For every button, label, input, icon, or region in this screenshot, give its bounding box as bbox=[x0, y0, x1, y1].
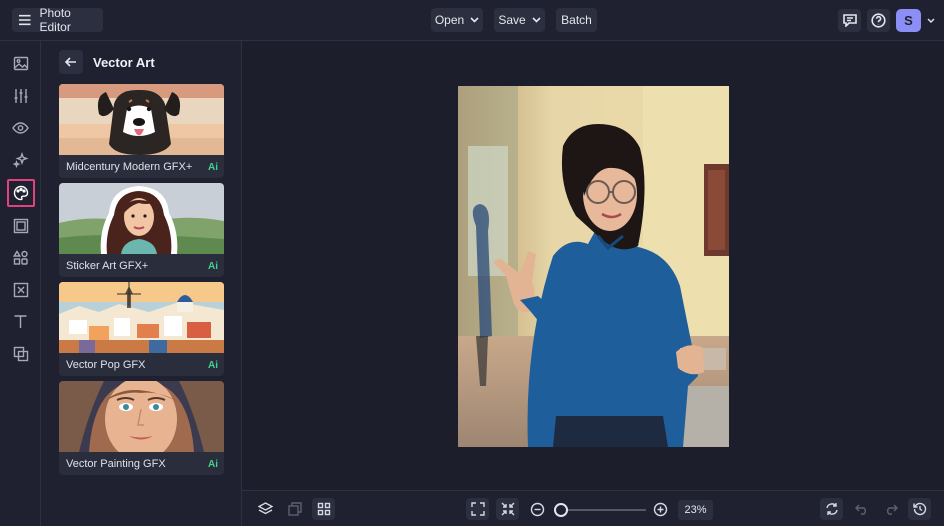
ai-badge: Ai bbox=[208, 360, 218, 371]
effect-card-midcentury-modern[interactable]: Midcentury Modern GFX+ Ai bbox=[59, 84, 224, 178]
vector-pop-village-thumbnail bbox=[59, 282, 224, 353]
card-label: Midcentury Modern GFX+ bbox=[66, 161, 193, 173]
effect-card-vector-pop[interactable]: Vector Pop GFX Ai bbox=[59, 282, 224, 376]
user-avatar[interactable]: S bbox=[896, 9, 921, 32]
layers-button[interactable] bbox=[254, 498, 277, 520]
top-bar: Photo Editor Open Save Batch S bbox=[0, 0, 944, 41]
grid-view-button[interactable] bbox=[312, 498, 335, 520]
grid-icon bbox=[317, 502, 330, 516]
effect-card-sticker-art[interactable]: Sticker Art GFX+ Ai bbox=[59, 183, 224, 277]
photo-canvas-image[interactable] bbox=[458, 86, 729, 447]
chevron-down-icon bbox=[532, 17, 541, 23]
overlay-icon[interactable] bbox=[8, 341, 33, 366]
arrow-left-icon bbox=[65, 57, 76, 67]
panel-title: Vector Art bbox=[93, 54, 155, 70]
zoom-slider-handle[interactable] bbox=[554, 503, 568, 517]
panel-header: Vector Art bbox=[59, 50, 155, 74]
zoom-in-icon bbox=[653, 502, 668, 516]
adjust-sliders-icon[interactable] bbox=[8, 83, 33, 108]
expand-icon bbox=[470, 502, 485, 516]
ai-badge: Ai bbox=[208, 261, 218, 272]
bottom-toolbar: 23% bbox=[242, 490, 944, 526]
layers-icon bbox=[258, 502, 273, 515]
shrink-icon bbox=[501, 502, 514, 516]
help-button[interactable] bbox=[867, 9, 890, 32]
app-menu-button[interactable]: Photo Editor bbox=[12, 6, 103, 34]
chevron-down-icon bbox=[470, 17, 479, 23]
open-label: Open bbox=[434, 13, 465, 27]
effect-card-vector-painting[interactable]: Vector Painting GFX Ai bbox=[59, 381, 224, 475]
history-button[interactable] bbox=[908, 498, 931, 520]
save-button[interactable]: Save bbox=[494, 8, 545, 32]
sync-button[interactable] bbox=[820, 498, 843, 520]
effects-sparkle-icon[interactable] bbox=[8, 147, 33, 172]
open-button[interactable]: Open bbox=[431, 8, 483, 32]
zoom-slider-track[interactable] bbox=[562, 509, 646, 511]
compare-icon bbox=[287, 502, 302, 516]
redo-button[interactable] bbox=[879, 498, 902, 520]
back-button[interactable] bbox=[59, 50, 83, 74]
vector-art-panel: Vector Art Midcentury Modern GFX+ Ai Sti… bbox=[41, 41, 242, 526]
texture-icon[interactable] bbox=[8, 277, 33, 302]
undo-button[interactable] bbox=[850, 498, 873, 520]
batch-button[interactable]: Batch bbox=[556, 8, 597, 32]
history-icon bbox=[913, 502, 927, 516]
midcentury-dog-thumbnail bbox=[59, 84, 224, 155]
card-label: Vector Pop GFX bbox=[66, 359, 146, 371]
text-icon[interactable] bbox=[8, 309, 33, 334]
zoom-in-button[interactable] bbox=[649, 498, 672, 520]
actual-size-button[interactable] bbox=[496, 498, 519, 520]
vector-painting-portrait-thumbnail bbox=[59, 381, 224, 461]
undo-icon bbox=[854, 504, 866, 515]
sync-icon bbox=[825, 503, 838, 515]
hamburger-menu-icon bbox=[18, 14, 31, 26]
frame-icon[interactable] bbox=[8, 213, 33, 238]
graphics-shapes-icon[interactable] bbox=[8, 245, 33, 270]
ai-badge: Ai bbox=[208, 459, 218, 470]
chat-icon bbox=[842, 14, 857, 27]
batch-label: Batch bbox=[561, 13, 592, 27]
sticker-portrait-thumbnail bbox=[59, 183, 224, 254]
save-label: Save bbox=[498, 13, 526, 27]
card-label: Sticker Art GFX+ bbox=[66, 260, 149, 272]
zoom-out-button[interactable] bbox=[526, 498, 549, 520]
feedback-button[interactable] bbox=[838, 9, 861, 32]
card-label: Vector Painting GFX bbox=[66, 458, 166, 470]
fit-to-screen-button[interactable] bbox=[466, 498, 489, 520]
help-question-icon bbox=[871, 13, 886, 28]
ai-badge: Ai bbox=[208, 162, 218, 173]
eye-icon[interactable] bbox=[8, 115, 33, 140]
redo-icon bbox=[886, 504, 898, 515]
artsy-palette-icon[interactable] bbox=[7, 179, 35, 207]
tool-rail bbox=[0, 41, 41, 526]
image-icon[interactable] bbox=[8, 51, 33, 76]
compare-button[interactable] bbox=[283, 498, 306, 520]
zoom-out-icon bbox=[530, 502, 545, 516]
zoom-level-value[interactable]: 23% bbox=[678, 500, 713, 520]
app-title: Photo Editor bbox=[39, 6, 71, 34]
account-chevron-down-icon[interactable] bbox=[927, 18, 935, 23]
